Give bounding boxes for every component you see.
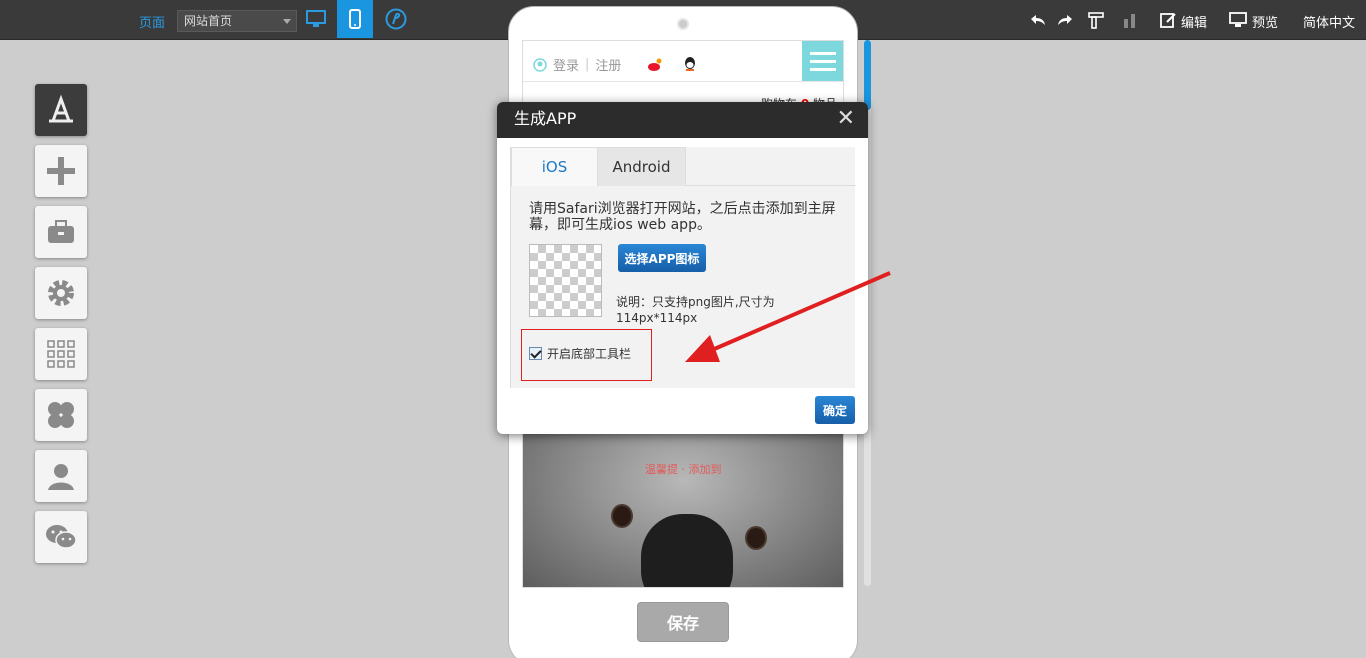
weibo-icon[interactable] (647, 57, 663, 73)
redo-button[interactable] (1055, 10, 1075, 30)
ruler-icon (1088, 12, 1104, 29)
dialog-title: 生成APP (514, 109, 577, 128)
edit-button[interactable]: 编辑 (1181, 12, 1207, 31)
ruler-button[interactable] (1086, 10, 1106, 30)
annotation-highlight-box (521, 329, 652, 381)
mobile-icon (349, 9, 361, 29)
sidebar-wechat-button[interactable] (35, 511, 87, 563)
sidebar-grid-button[interactable] (35, 328, 87, 380)
close-icon[interactable]: ✕ (837, 102, 855, 136)
desktop-view-button[interactable] (298, 0, 334, 38)
koala-eye (745, 526, 767, 550)
divider (523, 81, 843, 82)
page-select[interactable]: 网站首页 (177, 10, 297, 32)
koala-nose (641, 514, 733, 587)
sidebar-modules-button[interactable] (35, 389, 87, 441)
user-icon (48, 464, 74, 490)
undo-icon (1031, 15, 1045, 25)
banner-caption: 温馨提 · 添加到 (645, 463, 722, 476)
camera-icon (677, 18, 689, 30)
sidebar-toolbox-button[interactable] (35, 206, 87, 258)
mobile-view-button[interactable] (337, 0, 373, 38)
confirm-button[interactable]: 确定 (815, 396, 855, 424)
qq-icon[interactable] (683, 56, 697, 73)
hamburger-menu-button[interactable] (802, 41, 843, 81)
clover-icon (48, 402, 74, 428)
app-store-icon (49, 94, 73, 123)
ios-instructions: 请用Safari浏览器打开网站，之后点击添加到主屏幕，即可生成ios web a… (529, 201, 836, 233)
bar-chart-icon (1124, 14, 1135, 28)
dialog-header: 生成APP ✕ (497, 102, 868, 138)
user-circle-icon (533, 57, 547, 72)
redo-icon (1058, 15, 1072, 25)
separator: | (585, 57, 590, 72)
login-link[interactable]: 登录 (553, 55, 579, 74)
menu-bar (809, 51, 836, 55)
save-button[interactable]: 保存 (637, 602, 729, 642)
grid-icon (47, 340, 75, 368)
register-link[interactable]: 注册 (595, 55, 621, 74)
sidebar-add-button[interactable] (35, 145, 87, 197)
chart-button[interactable] (1120, 10, 1140, 30)
wechat-icon (46, 525, 77, 549)
sidebar-settings-button[interactable] (35, 267, 87, 319)
app-icon (385, 8, 407, 30)
sidebar-user-button[interactable] (35, 450, 87, 502)
toolbox-icon (48, 220, 74, 243)
edit-button-icon-wrap[interactable] (1158, 10, 1178, 30)
menu-bar (809, 67, 836, 71)
sidebar-app-store-button[interactable] (35, 84, 87, 136)
app-view-button[interactable] (378, 0, 414, 38)
koala-eye (611, 504, 633, 528)
app-icon-preview (529, 244, 602, 317)
chevron-down-icon (283, 19, 291, 24)
desktop-icon (306, 10, 326, 27)
icon-size-note: 说明：只支持png图片,尺寸为114px*114px (616, 295, 775, 325)
language-selector[interactable]: 简体中文 (1303, 12, 1355, 31)
koala-banner-image: 温馨提 · 添加到 (523, 434, 843, 587)
page-label: 页面 (139, 16, 166, 31)
choose-app-icon-button[interactable]: 选择APP图标 (618, 244, 706, 272)
tab-ios[interactable]: iOS (511, 147, 598, 186)
scrollbar-thumb[interactable] (864, 40, 871, 110)
login-bar: 登录 | 注册 (533, 55, 697, 74)
preview-button[interactable]: 预览 (1252, 12, 1278, 31)
page-select-value: 网站首页 (184, 14, 233, 28)
generate-app-dialog: 生成APP ✕ iOS Android 请用Safari浏览器打开网站，之后点击… (497, 102, 868, 434)
edit-icon (1160, 13, 1176, 28)
undo-button[interactable] (1028, 10, 1048, 30)
menu-bar (809, 59, 836, 63)
platform-tabs: iOS Android (511, 147, 856, 186)
plus-icon (47, 157, 75, 185)
monitor-icon (1229, 12, 1247, 27)
tab-android[interactable]: Android (598, 147, 686, 186)
gear-icon (48, 280, 74, 306)
preview-button-icon-wrap[interactable] (1228, 10, 1248, 30)
